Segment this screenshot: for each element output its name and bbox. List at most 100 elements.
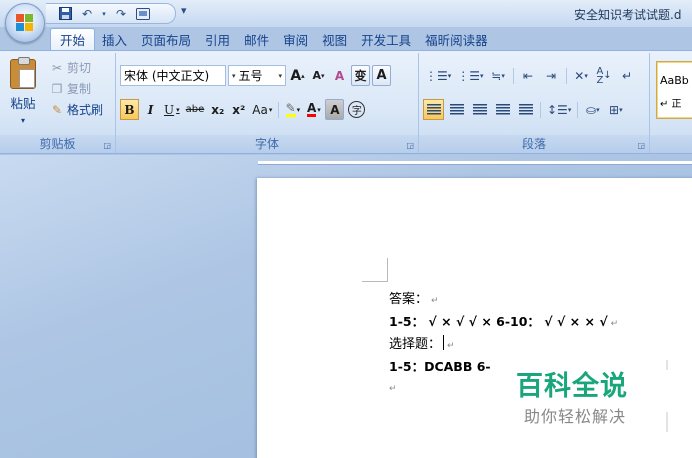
sort-button[interactable]: A Z ↓ bbox=[594, 65, 615, 86]
font-size-combo[interactable]: ▾ 五号 ▾ bbox=[228, 65, 286, 86]
shrink-font-button[interactable]: A ▾ bbox=[309, 65, 328, 86]
paragraph-row-1: ⋮☰ ▾ ⋮☰ ▾ ≒ ▾ ⇤ ⇥ ✕ ▾ A Z ↓ ↵ bbox=[423, 65, 638, 86]
numbering-button[interactable]: ⋮☰ ▾ bbox=[455, 65, 485, 86]
styles-group-label bbox=[650, 135, 692, 153]
chinese-layout-button[interactable]: ✕ ▾ bbox=[571, 65, 592, 86]
separator bbox=[512, 67, 514, 84]
previous-page-edge bbox=[258, 161, 692, 164]
document-line[interactable]: ↵ bbox=[389, 380, 397, 395]
document-line[interactable]: 选择题： ↵ bbox=[389, 333, 455, 352]
style-normal-tile[interactable]: AaBb ↵ 正 bbox=[656, 61, 692, 119]
format-painter-button[interactable]: ✎ 格式刷 bbox=[50, 99, 103, 120]
paint-bucket-icon: ⛀ bbox=[586, 102, 597, 117]
chinese-layout-icon: ✕ bbox=[574, 68, 585, 83]
underline-button[interactable]: U ▾ bbox=[162, 99, 182, 120]
line-spacing-button[interactable]: ↕☰ ▾ bbox=[545, 99, 573, 120]
shading-button[interactable]: ⛀ ▾ bbox=[582, 99, 603, 120]
change-case-label: Aa bbox=[252, 102, 268, 117]
align-center-button[interactable] bbox=[446, 99, 467, 120]
decrease-indent-button[interactable]: ⇤ bbox=[518, 65, 539, 86]
strikethrough-label: abe bbox=[185, 104, 205, 115]
dropdown-arrow-icon[interactable]: ▾ bbox=[100, 6, 108, 22]
justify-button[interactable] bbox=[492, 99, 513, 120]
tab-view[interactable]: 视图 bbox=[315, 28, 354, 50]
show-marks-button[interactable]: ↵ bbox=[617, 65, 638, 86]
document-line[interactable]: 1-5：DCABB 6- bbox=[389, 356, 491, 375]
line-text: 选择题： bbox=[389, 337, 442, 352]
grow-font-button[interactable]: A ▴ bbox=[288, 65, 307, 86]
styles-group: AaBb ↵ 正 bbox=[650, 53, 692, 153]
clear-format-button[interactable]: A bbox=[330, 65, 349, 86]
office-button[interactable] bbox=[5, 3, 45, 43]
clipboard-group-label: 剪贴板 bbox=[0, 135, 115, 153]
dialog-launcher-icon[interactable]: ◲ bbox=[406, 141, 414, 150]
tab-mailings[interactable]: 邮件 bbox=[237, 28, 276, 50]
bullets-button[interactable]: ⋮☰ ▾ bbox=[423, 65, 453, 86]
border-grid-icon: ⊞ bbox=[609, 102, 620, 117]
style-name-text: ↵ 正 bbox=[660, 99, 682, 110]
customize-qat-icon[interactable]: ▾ bbox=[181, 4, 187, 17]
bold-label: B bbox=[124, 102, 135, 117]
print-preview-icon[interactable] bbox=[134, 6, 152, 22]
ribbon-tabs: 开始 插入 页面布局 引用 邮件 审阅 视图 开发工具 福昕阅读器 bbox=[50, 27, 495, 50]
line-text: 答案： bbox=[389, 292, 429, 307]
strikethrough-button[interactable]: abe bbox=[184, 99, 207, 120]
superscript-button[interactable]: x² bbox=[229, 99, 248, 120]
redo-icon[interactable]: ↷ bbox=[112, 6, 130, 22]
align-left-button[interactable] bbox=[423, 99, 444, 120]
character-border-label: A bbox=[376, 68, 387, 83]
cut-button[interactable]: ✂ 剪切 bbox=[50, 57, 103, 78]
bullet-list-icon: ⋮☰ bbox=[425, 68, 448, 83]
tab-foxit-reader[interactable]: 福昕阅读器 bbox=[418, 28, 495, 50]
save-icon[interactable] bbox=[56, 6, 74, 22]
highlight-button[interactable]: ✎ ▾ bbox=[283, 99, 302, 120]
distributed-button[interactable] bbox=[515, 99, 536, 120]
copy-icon: ❐ bbox=[51, 81, 63, 96]
dialog-launcher-icon[interactable]: ◲ bbox=[103, 141, 111, 150]
watermark-subtitle: 助你轻松解决 bbox=[524, 407, 627, 426]
subscript-button[interactable]: x₂ bbox=[208, 99, 227, 120]
document-line[interactable]: 答案： ↵ bbox=[389, 288, 439, 307]
paste-button[interactable]: 粘贴 ▾ bbox=[6, 57, 40, 125]
margin-tick bbox=[666, 360, 668, 370]
copy-button[interactable]: ❐ 复制 bbox=[50, 78, 103, 99]
tab-page-layout[interactable]: 页面布局 bbox=[134, 28, 198, 50]
font-color-button[interactable]: A ▾ bbox=[304, 99, 323, 120]
font-name-combo[interactable]: 宋体 (中文正文) bbox=[120, 65, 226, 86]
borders-button[interactable]: ⊞ ▾ bbox=[605, 99, 626, 120]
document-line[interactable]: 1-5： √ × √ √ × 6-10： √ √ × × √ ↵ bbox=[389, 311, 618, 330]
line-spacing-icon: ↕☰ bbox=[547, 102, 568, 117]
paragraph-mark: ↵ bbox=[389, 384, 397, 394]
paragraph-mark: ↵ bbox=[447, 341, 455, 351]
align-center-icon bbox=[449, 104, 464, 115]
character-border-button[interactable]: A bbox=[372, 65, 391, 86]
quick-access-toolbar: ↶ ▾ ↷ bbox=[46, 3, 176, 24]
font-row-2: B I U ▾ abe x₂ x² Aa ▾ ✎ ▾ A ▾ A 字 bbox=[120, 99, 367, 120]
tab-insert[interactable]: 插入 bbox=[95, 28, 134, 50]
increase-indent-icon: ⇥ bbox=[546, 68, 557, 83]
change-case-button[interactable]: Aa ▾ bbox=[250, 99, 274, 120]
tab-home[interactable]: 开始 bbox=[50, 28, 96, 50]
character-shading-button[interactable]: A bbox=[325, 99, 345, 120]
clear-format-label: A bbox=[334, 68, 345, 83]
align-left-icon bbox=[426, 104, 441, 115]
multilevel-list-button[interactable]: ≒ ▾ bbox=[488, 65, 509, 86]
superscript-label: x² bbox=[232, 102, 246, 117]
increase-indent-button[interactable]: ⇥ bbox=[541, 65, 562, 86]
bold-button[interactable]: B bbox=[120, 99, 139, 120]
margin-tick bbox=[666, 412, 668, 432]
tab-review[interactable]: 审阅 bbox=[276, 28, 315, 50]
dialog-launcher-icon[interactable]: ◲ bbox=[637, 141, 645, 150]
phonetic-guide-button[interactable]: 变 bbox=[351, 65, 370, 86]
distributed-icon bbox=[518, 104, 533, 115]
enclose-characters-button[interactable]: 字 bbox=[346, 99, 367, 120]
paragraph-group-label: 段落 bbox=[419, 135, 649, 153]
tab-references[interactable]: 引用 bbox=[198, 28, 237, 50]
undo-icon[interactable]: ↶ bbox=[78, 6, 96, 22]
paragraph-mark: ↵ bbox=[610, 319, 619, 329]
line-text: 1-5： √ × √ √ × 6-10： √ √ × × √ bbox=[389, 314, 608, 329]
italic-button[interactable]: I bbox=[141, 99, 160, 120]
align-right-button[interactable] bbox=[469, 99, 490, 120]
justify-icon bbox=[495, 104, 510, 115]
tab-developer[interactable]: 开发工具 bbox=[354, 28, 418, 50]
